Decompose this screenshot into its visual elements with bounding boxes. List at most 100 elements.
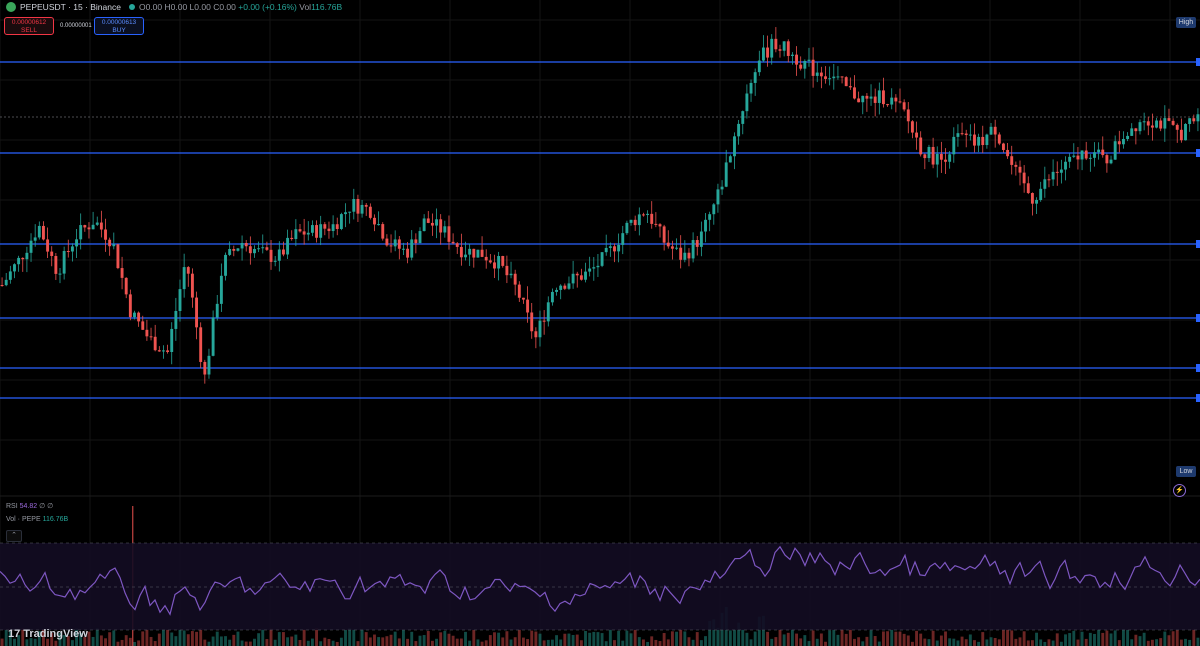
candle-body [282, 249, 285, 255]
candle-body [927, 146, 931, 159]
volume-bar [265, 639, 269, 646]
volume-bar [898, 631, 902, 646]
sell-button[interactable]: 0.00000612 SELL [4, 17, 54, 35]
symbol-header[interactable]: PEPEUSDT · 15 · Binance O0.00 H0.00 L0.0… [6, 2, 342, 12]
candle-body [650, 213, 654, 224]
candle-body [861, 95, 865, 103]
candle-body [803, 60, 807, 69]
lightning-icon[interactable]: ⚡ [1173, 484, 1186, 497]
candle-body [1150, 125, 1154, 128]
candle-body [1068, 156, 1072, 162]
volume-bar [290, 636, 294, 646]
volume-bar [1130, 639, 1134, 646]
volume-bar [683, 631, 687, 646]
rsi-legend[interactable]: RSI 54.82 ∅ ∅ [6, 502, 53, 510]
candle-body [530, 312, 534, 332]
candle-body [724, 162, 728, 187]
candle-body [778, 49, 782, 51]
volume-bar [571, 634, 575, 646]
volume-bar [219, 636, 223, 646]
candle-body [836, 76, 840, 78]
candle-body [865, 95, 869, 99]
volume-bar [224, 636, 227, 646]
volume-bar [596, 632, 600, 646]
candle-body [762, 47, 765, 61]
volume-bar [335, 641, 339, 646]
candle-body [310, 225, 314, 233]
volume-bar [716, 627, 720, 646]
volume-bar [1035, 632, 1038, 646]
candle-body [397, 239, 401, 249]
candle-body [319, 224, 323, 238]
candle-body [199, 327, 203, 362]
candle-body [844, 77, 848, 87]
volume-bar [886, 631, 890, 646]
volume-bar [373, 634, 376, 646]
candle-body [215, 303, 219, 318]
high-label: High [1176, 17, 1196, 28]
candle-body [418, 231, 422, 244]
candle-body [832, 76, 836, 79]
volume-bar [211, 636, 215, 646]
volume-bar [650, 636, 654, 646]
volume-bar [997, 639, 1001, 646]
candle-body [141, 321, 145, 330]
volume-bar [625, 630, 629, 646]
candle-body [550, 291, 554, 303]
volume-bar [207, 641, 211, 646]
volume-bar [315, 628, 318, 646]
candle-body [679, 247, 683, 260]
volume-bar [1138, 636, 1142, 646]
volume-bar [542, 640, 546, 646]
candle-body [248, 246, 252, 254]
volume-bar [1030, 640, 1034, 646]
volume-bar [600, 633, 604, 646]
candle-body [360, 204, 364, 214]
candle-body [261, 247, 265, 249]
volume-bar [654, 639, 658, 646]
candle-body [501, 256, 505, 266]
price-chart[interactable] [0, 0, 1200, 646]
candle-body [265, 247, 269, 250]
candle-body [1084, 150, 1088, 159]
candle-body [608, 246, 612, 248]
level-handle [1196, 58, 1200, 66]
candle-body [166, 350, 170, 352]
volume-bar [455, 638, 459, 646]
candle-body [290, 237, 294, 240]
chevron-up-icon[interactable]: ⌃ [6, 530, 22, 542]
candle-body [968, 134, 972, 136]
volume-bar [1064, 634, 1067, 646]
volume-bar [116, 641, 120, 646]
spread-value: 0.00000001 [60, 23, 92, 29]
buy-button[interactable]: 0.00000613 BUY [94, 17, 144, 35]
candle-body [203, 361, 207, 375]
volume-bar [319, 641, 323, 646]
volume-bar [199, 628, 203, 646]
candle-body [104, 229, 107, 240]
candle-body [948, 154, 952, 162]
candle-body [79, 225, 83, 240]
candle-body [617, 244, 621, 252]
volume-bar [968, 634, 972, 646]
volume-bar [1047, 639, 1051, 646]
candle-body [542, 320, 546, 322]
volume-bar [54, 640, 58, 646]
volume-bar [530, 630, 534, 646]
candle-body [675, 247, 678, 249]
volume-bar [753, 631, 757, 646]
candle-body [633, 219, 637, 226]
volume-bar [848, 628, 852, 646]
volume-bar [642, 639, 645, 646]
volume-bar [1179, 639, 1183, 646]
volume-bar [1142, 632, 1146, 646]
volume-legend[interactable]: Vol · PEPE 116.76B [6, 516, 68, 523]
candle-body [505, 265, 509, 276]
volume-bar [770, 638, 774, 646]
candle-body [592, 267, 596, 269]
candle-body [253, 248, 256, 254]
candle-body [704, 219, 707, 232]
candle-body [389, 245, 393, 247]
symbol-title[interactable]: PEPEUSDT · 15 · Binance [20, 2, 121, 12]
volume-bar [170, 632, 174, 646]
